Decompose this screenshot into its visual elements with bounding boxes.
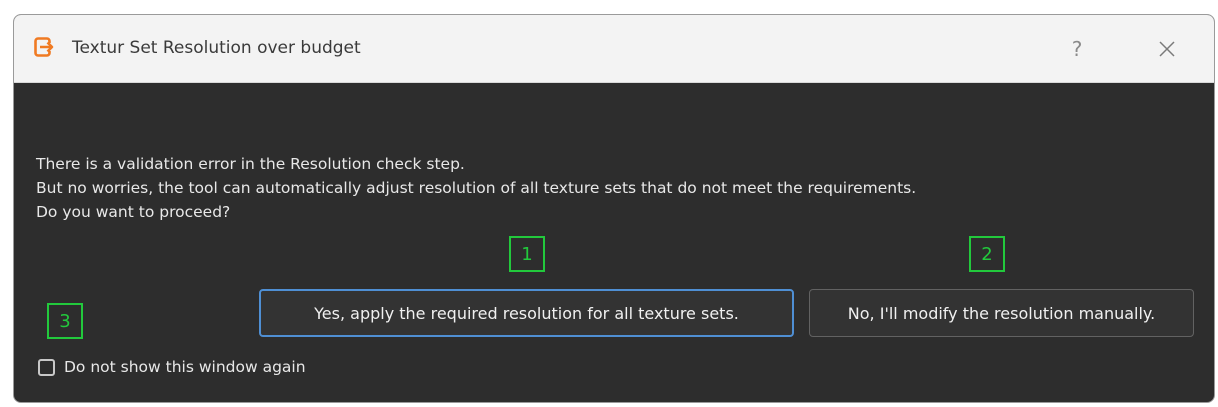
dialog-titlebar: Textur Set Resolution over budget ? [14, 15, 1214, 83]
resolution-dialog: Textur Set Resolution over budget ? Ther… [13, 14, 1215, 403]
message-line: Do you want to proceed? [36, 203, 231, 221]
dialog-title: Textur Set Resolution over budget [72, 38, 361, 58]
page-header-strip [0, 0, 1218, 14]
message-line: But no worries, the tool can automatical… [36, 179, 917, 197]
yes-apply-resolution-button[interactable]: Yes, apply the required resolution for a… [259, 289, 794, 337]
help-button[interactable]: ? [1052, 31, 1102, 67]
do-not-show-checkbox[interactable] [38, 358, 55, 376]
annotation-marker-3: 3 [47, 303, 83, 339]
export-arrow-icon [34, 37, 54, 57]
close-button[interactable] [1139, 31, 1195, 67]
no-modify-manually-button[interactable]: No, I'll modify the resolution manually. [809, 289, 1194, 337]
do-not-show-label[interactable]: Do not show this window again [64, 358, 306, 376]
dialog-message: There is a validation error in the Resol… [36, 152, 916, 224]
close-icon [1159, 41, 1175, 57]
annotation-marker-1: 1 [509, 236, 545, 272]
annotation-marker-2: 2 [969, 236, 1005, 272]
do-not-show-again-row[interactable]: Do not show this window again [38, 358, 306, 376]
message-line: There is a validation error in the Resol… [36, 155, 465, 173]
